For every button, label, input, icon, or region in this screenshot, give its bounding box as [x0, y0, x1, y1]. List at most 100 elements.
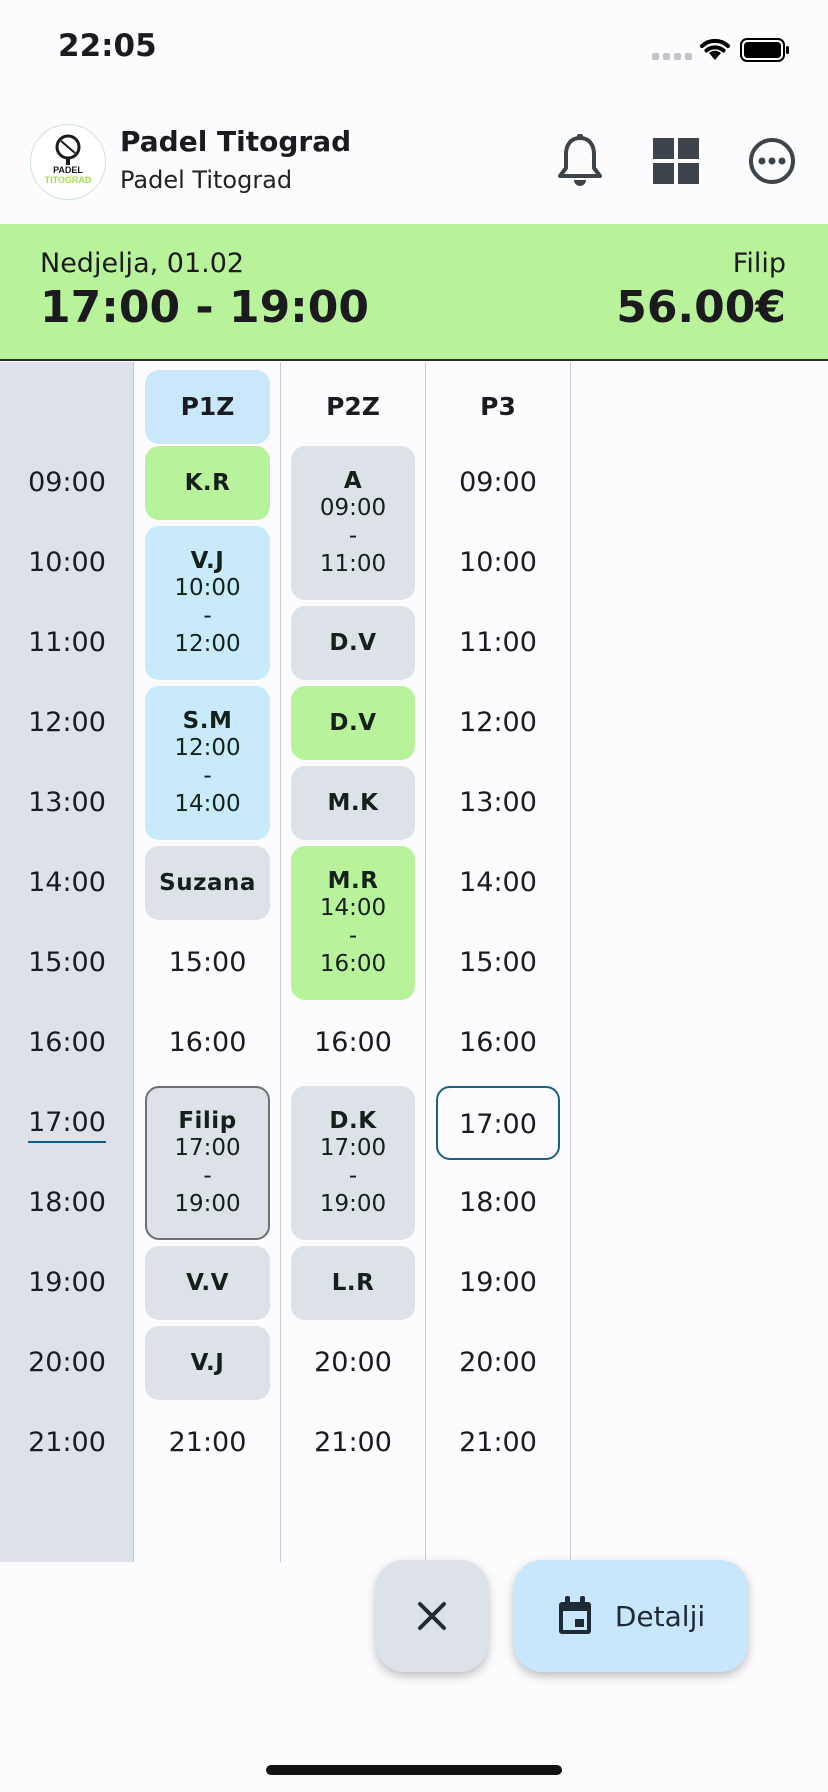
free-slot[interactable]: 11:00: [436, 606, 560, 680]
signal-icon: [652, 53, 692, 60]
booking-start-time: 14:00: [319, 895, 387, 921]
booking-block[interactable]: V.J: [145, 1326, 270, 1400]
hour-label: 13:00: [28, 787, 106, 818]
booking-name: L.R: [331, 1270, 375, 1296]
svg-text:PADEL: PADEL: [53, 165, 83, 175]
hour-label: 21:00: [28, 1427, 106, 1458]
booking-end-time: 11:00: [319, 551, 387, 577]
home-indicator: [266, 1765, 562, 1775]
free-slot[interactable]: 16:00: [436, 1006, 560, 1080]
bell-icon[interactable]: [552, 133, 608, 189]
column-divider: [280, 362, 281, 1562]
booking-name: D.V: [329, 710, 377, 736]
booking-end-time: 16:00: [319, 951, 387, 977]
booking-block[interactable]: Suzana: [145, 846, 270, 920]
booking-block[interactable]: S.M 12:00-14:00: [145, 686, 270, 840]
booking-start-time: 10:00: [174, 575, 241, 601]
hour-label: 15:00: [28, 947, 106, 978]
booking-block[interactable]: M.K: [291, 766, 415, 840]
club-logo: PADEL TITOGRAD: [30, 124, 106, 200]
free-slot[interactable]: 16:00: [291, 1006, 415, 1080]
free-slot[interactable]: 16:00: [145, 1006, 270, 1080]
booking-block[interactable]: M.R 14:00-16:00: [291, 846, 415, 1000]
booking-block[interactable]: Filip 17:00-19:00: [145, 1086, 270, 1240]
selection-time-range: 17:00 - 19:00: [40, 282, 370, 333]
details-label: Detalji: [614, 1599, 706, 1633]
booking-block[interactable]: D.K 17:00-19:00: [291, 1086, 415, 1240]
booking-name: M.R: [327, 868, 379, 894]
wifi-icon: [700, 38, 730, 60]
booking-block[interactable]: L.R: [291, 1246, 415, 1320]
booking-start-time: 09:00: [319, 495, 387, 521]
booking-separator: -: [203, 1163, 212, 1189]
booking-block[interactable]: V.J 10:00-12:00: [145, 526, 270, 680]
selection-price: 56.00€: [616, 282, 786, 333]
hour-label: 12:00: [28, 707, 106, 738]
court-header-p3[interactable]: P3: [436, 370, 560, 444]
free-slot[interactable]: 19:00: [436, 1246, 560, 1320]
free-slot[interactable]: 14:00: [436, 846, 560, 920]
battery-icon: [740, 38, 789, 62]
free-slot[interactable]: 15:00: [436, 926, 560, 1000]
column-divider: [570, 362, 571, 1562]
booking-separator: -: [348, 923, 358, 949]
booking-block[interactable]: V.V: [145, 1246, 270, 1320]
booking-name: S.M: [182, 708, 233, 734]
column-divider: [425, 362, 426, 1562]
club-subtitle: Padel Titograd: [120, 166, 293, 194]
booking-block[interactable]: D.V: [291, 606, 415, 680]
free-slot[interactable]: 18:00: [436, 1166, 560, 1240]
more-icon[interactable]: [744, 133, 800, 189]
free-slot[interactable]: 13:00: [436, 766, 560, 840]
hour-label: 20:00: [28, 1347, 106, 1378]
svg-text:TITOGRAD: TITOGRAD: [45, 175, 92, 185]
hour-label: 10:00: [28, 547, 106, 578]
booking-name: A: [343, 468, 363, 494]
booking-start-time: 17:00: [174, 1135, 241, 1161]
selection-player: Filip: [732, 248, 786, 279]
booking-end-time: 19:00: [319, 1191, 387, 1217]
free-slot[interactable]: 21:00: [436, 1406, 560, 1480]
booking-name: V.V: [186, 1270, 229, 1296]
booking-separator: -: [203, 603, 212, 629]
booking-block[interactable]: K.R: [145, 446, 270, 520]
free-slot[interactable]: 21:00: [145, 1406, 270, 1480]
booking-block[interactable]: A 09:00-11:00: [291, 446, 415, 600]
booking-name: K.R: [184, 470, 231, 496]
hour-label: 14:00: [28, 867, 106, 898]
details-button[interactable]: Detalji: [514, 1560, 748, 1672]
court-header-p1z[interactable]: P1Z: [145, 370, 270, 444]
club-name: Padel Titograd: [120, 125, 352, 158]
grid-icon[interactable]: [648, 133, 704, 189]
booking-name: V.J: [190, 548, 225, 574]
close-button[interactable]: [376, 1560, 488, 1672]
hour-label: 19:00: [28, 1267, 106, 1298]
booking-name: M.K: [327, 790, 379, 816]
free-slot[interactable]: 09:00: [436, 446, 560, 520]
free-slot[interactable]: 21:00: [291, 1406, 415, 1480]
selected-slot[interactable]: 17:00: [436, 1086, 560, 1160]
selection-date: Nedjelja, 01.02: [40, 248, 245, 279]
free-slot[interactable]: 20:00: [291, 1326, 415, 1400]
free-slot[interactable]: 10:00: [436, 526, 560, 600]
booking-name: Suzana: [159, 870, 256, 896]
booking-separator: -: [348, 1163, 358, 1189]
free-slot[interactable]: 20:00: [436, 1326, 560, 1400]
hour-label: 17:00: [28, 1107, 106, 1138]
booking-separator: -: [203, 763, 212, 789]
booking-block[interactable]: D.V: [291, 686, 415, 760]
hour-label: 18:00: [28, 1187, 106, 1218]
booking-name: D.V: [329, 630, 377, 656]
free-slot[interactable]: 12:00: [436, 686, 560, 760]
hour-label: 11:00: [28, 627, 106, 658]
booking-start-time: 17:00: [319, 1135, 387, 1161]
booking-end-time: 19:00: [174, 1191, 241, 1217]
free-slot[interactable]: 15:00: [145, 926, 270, 1000]
court-header-p2z[interactable]: P2Z: [291, 370, 415, 444]
booking-start-time: 12:00: [174, 735, 241, 761]
calendar-icon: [558, 1596, 591, 1634]
booking-end-time: 12:00: [174, 631, 241, 657]
hour-label: 16:00: [28, 1027, 106, 1058]
close-icon: [418, 1602, 446, 1630]
booking-separator: -: [348, 523, 358, 549]
